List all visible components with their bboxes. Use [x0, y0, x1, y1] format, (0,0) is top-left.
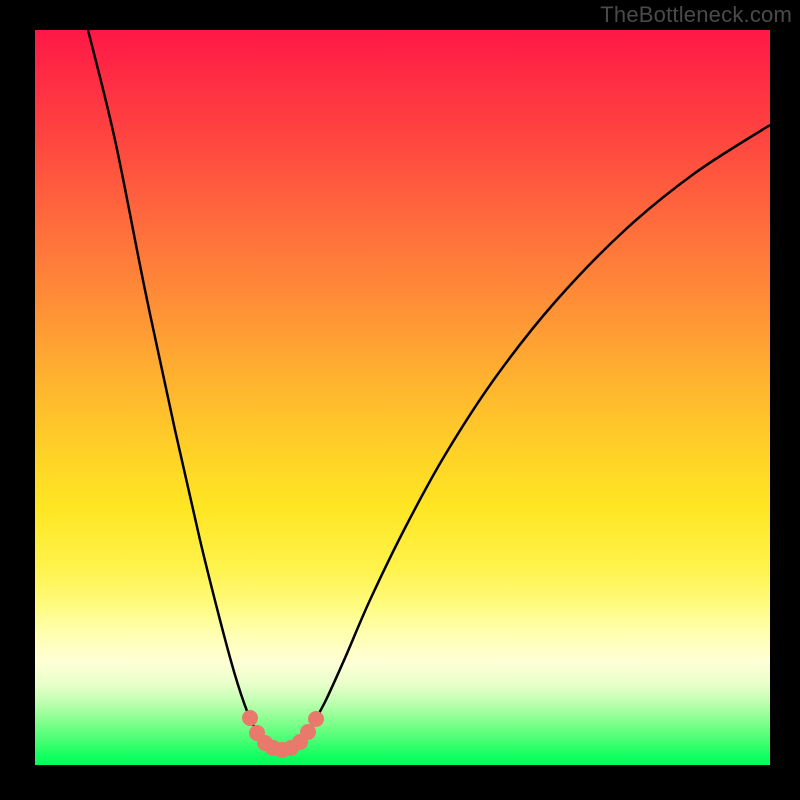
chart-frame: TheBottleneck.com — [0, 0, 800, 800]
highlight-markers-group — [35, 30, 770, 765]
highlight-marker — [308, 711, 324, 727]
highlight-marker — [242, 710, 258, 726]
watermark-text: TheBottleneck.com — [600, 2, 792, 28]
